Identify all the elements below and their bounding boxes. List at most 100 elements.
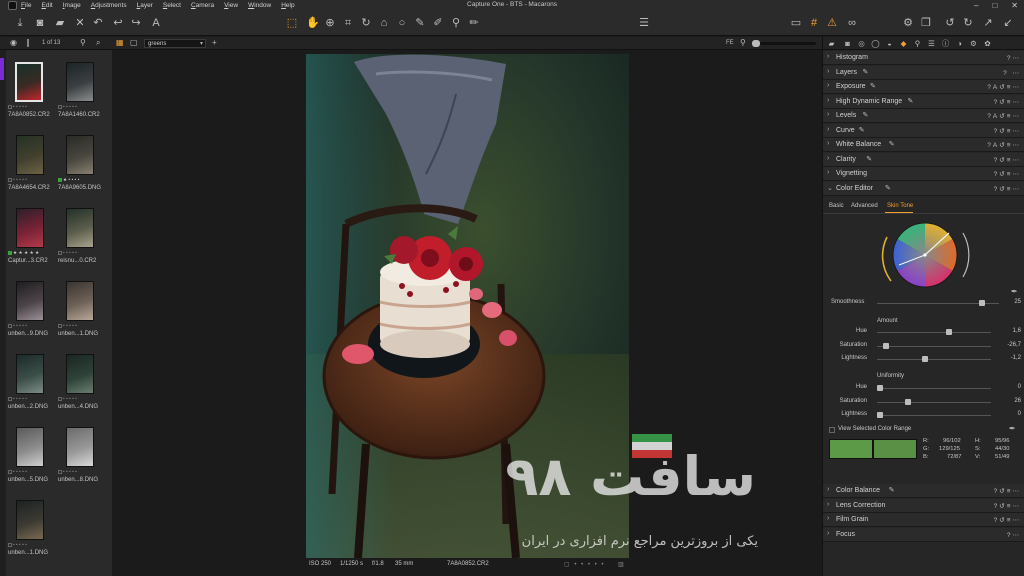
info-tab-icon[interactable]: ⓘ	[941, 39, 950, 48]
thumbnail-rating[interactable]: •••••	[58, 104, 104, 109]
settings-gear-icon[interactable]: ⚙	[902, 17, 914, 29]
slider-track[interactable]	[877, 359, 991, 360]
thumbnail[interactable]: ••••• 7A8A0852.CR2	[6, 62, 54, 134]
pencil-icon[interactable]: ✎	[866, 155, 872, 163]
tool-actions[interactable]: ?↺≡⋯	[994, 502, 1021, 510]
color-picker-icon[interactable]: ✒	[1011, 287, 1018, 296]
tool-actions[interactable]: ?↺≡⋯	[994, 516, 1021, 524]
color-label[interactable]	[8, 250, 12, 255]
thumbnail-image[interactable]	[15, 62, 43, 102]
menu-window[interactable]: Window	[248, 2, 271, 9]
tool-actions[interactable]: ?A↺≡⋯	[987, 141, 1021, 149]
tool-actions[interactable]: ?↺≡⋯	[994, 487, 1021, 495]
thumbnail-image[interactable]	[66, 135, 94, 175]
thumbnail-rating[interactable]: •••••	[8, 542, 54, 547]
menu-select[interactable]: Select	[163, 2, 181, 9]
uniformity-saturation-slider[interactable]: Saturation 26	[823, 397, 1024, 409]
viewer-mode-icon[interactable]: ☰	[638, 17, 650, 29]
eye-icon[interactable]: ◉	[10, 38, 17, 48]
color-label[interactable]	[8, 469, 12, 474]
reset-adjustments-icon[interactable]: ↺	[944, 17, 956, 29]
slider-knob[interactable]	[877, 385, 883, 391]
pencil-icon[interactable]: ✎	[889, 486, 895, 494]
pencil-icon[interactable]: ✎	[870, 82, 876, 90]
new-folder-icon[interactable]: ▰	[54, 17, 66, 29]
thumbnail[interactable]: ★★★★★ Captur...3.CR2	[6, 208, 54, 280]
tool-header-color-balance[interactable]: › Color Balance ✎ ?↺≡⋯	[823, 484, 1024, 498]
cycle-icon[interactable]: ↻	[962, 17, 974, 29]
add-icon[interactable]: +	[212, 38, 217, 48]
menu-adjustments[interactable]: Adjustments	[91, 2, 127, 9]
star-rating[interactable]: •••••	[63, 396, 78, 401]
color-wheel[interactable]	[871, 215, 979, 297]
thumbnail-image[interactable]	[66, 208, 94, 248]
grid-icon[interactable]: #	[808, 17, 820, 29]
chevron-right-icon[interactable]: ›	[827, 111, 829, 118]
chevron-right-icon[interactable]: ›	[827, 486, 829, 493]
thumbnail-rating[interactable]: •••••	[8, 396, 54, 401]
chevron-right-icon[interactable]: ›	[827, 140, 829, 147]
metadata-tab-icon[interactable]: ☰	[927, 39, 936, 48]
slider-track[interactable]	[877, 388, 991, 389]
thumbnail-rating[interactable]: •••••	[58, 396, 104, 401]
color-label[interactable]	[8, 396, 12, 401]
import-icon[interactable]: ⤓	[14, 17, 26, 29]
picker-icon[interactable]: ⚲	[450, 17, 462, 29]
thumbnail[interactable]: ••••• 7A8A1460.CR2	[56, 62, 104, 134]
exposure-warning-icon[interactable]: ⚠	[826, 17, 838, 29]
thumbnail-size-knob[interactable]	[752, 40, 760, 47]
slider-knob[interactable]	[877, 412, 883, 418]
eraser-icon[interactable]: ✐	[432, 17, 444, 29]
smoothness-slider[interactable]: Smoothness 25	[823, 298, 1024, 310]
color-label[interactable]	[58, 177, 62, 182]
thumbnail-image[interactable]	[16, 208, 44, 248]
color-tab-icon[interactable]: ◯	[871, 39, 880, 48]
tool-header-white-balance[interactable]: › White Balance ✎ ?A↺≡⋯	[823, 138, 1024, 152]
library-tab-icon[interactable]: ▰	[827, 39, 836, 48]
maximize-button[interactable]: □	[992, 1, 997, 10]
tool-header-histogram[interactable]: › Histogram ?⋯	[823, 51, 1024, 65]
slider-knob[interactable]	[883, 342, 890, 349]
spot-removal-icon[interactable]: ○	[396, 17, 408, 29]
slider-knob[interactable]	[979, 300, 986, 306]
tool-header-exposure[interactable]: › Exposure ✎ ?A↺≡⋯	[823, 80, 1024, 94]
thumbnail-rating[interactable]: •••••	[58, 469, 104, 474]
uniformity-hue-slider[interactable]: Hue 0	[823, 383, 1024, 395]
thumbnail[interactable]: ••••• unben...9.DNG	[6, 281, 54, 353]
color-label[interactable]	[8, 323, 12, 328]
thumbnail[interactable]: ••••• unben...5.DNG	[6, 427, 54, 499]
thumbnail-rating[interactable]: •••••	[58, 323, 104, 328]
thumbnail-image[interactable]	[16, 500, 44, 540]
pause-icon[interactable]: ∥	[26, 38, 30, 48]
color-label[interactable]	[58, 250, 62, 255]
thumbnail-image[interactable]	[66, 62, 94, 102]
chevron-right-icon[interactable]: ›	[827, 501, 829, 508]
styles-tab-icon[interactable]: ✿	[983, 39, 992, 48]
pencil-icon[interactable]: ✎	[863, 68, 869, 76]
slider-track[interactable]	[877, 332, 991, 333]
color-tag-icon[interactable]: ▥	[618, 561, 624, 568]
minimize-button[interactable]: –	[974, 1, 978, 10]
grid-view-icon[interactable]: ▦	[116, 38, 124, 48]
star-rating[interactable]: •••••	[13, 323, 28, 328]
brush-icon[interactable]: ✎	[414, 17, 426, 29]
select-cursor-icon[interactable]: ⬚	[286, 17, 298, 29]
color-label[interactable]	[58, 104, 62, 109]
filter-icon[interactable]: ⚲	[740, 38, 746, 48]
crop-icon[interactable]: ⌗	[342, 17, 354, 29]
tool-header-levels[interactable]: › Levels ✎ ?A↺≡⋯	[823, 109, 1024, 123]
text-tool-icon[interactable]: A	[150, 17, 162, 29]
zoom-icon[interactable]: ⌕	[96, 38, 100, 48]
slider-knob[interactable]	[905, 398, 912, 405]
star-rating[interactable]: •••••	[63, 104, 78, 109]
tool-actions[interactable]: ? ⋯	[1003, 69, 1021, 77]
tool-actions[interactable]: ?↺≡⋯	[994, 127, 1021, 135]
uniformity-lightness-slider[interactable]: Lightness 0	[823, 410, 1024, 422]
chevron-right-icon[interactable]: ›	[827, 68, 829, 75]
chevron-right-icon[interactable]: ›	[827, 126, 829, 133]
chevron-right-icon[interactable]: ›	[827, 53, 829, 60]
tool-actions[interactable]: ?A↺≡⋯	[987, 83, 1021, 91]
amount-lightness-slider[interactable]: Lightness -1,2	[823, 354, 1024, 366]
star-rating[interactable]: ★••••	[63, 177, 81, 182]
tool-header-lens-correction[interactable]: › Lens Correction ?↺≡⋯	[823, 498, 1024, 513]
